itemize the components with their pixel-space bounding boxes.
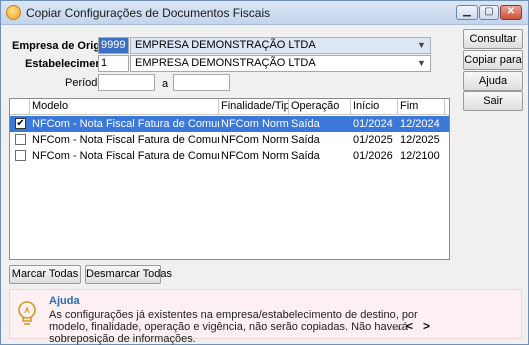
cell-inicio: 01/2026 [353, 150, 393, 162]
table-row[interactable]: NFCom - Nota Fiscal Fatura de Comunicaçã… [10, 132, 449, 148]
cell-operacao: Saída [291, 150, 320, 162]
models-grid[interactable]: Modelo Finalidade/Tipo Operação Início F… [9, 98, 450, 260]
column-header-finalidade[interactable]: Finalidade/Tipo [219, 99, 289, 115]
row-checkbox[interactable]: ✔ [15, 118, 26, 129]
column-header-modelo[interactable]: Modelo [30, 99, 219, 115]
column-header-fim[interactable]: Fim [398, 99, 445, 115]
help-next-button[interactable]: > [423, 319, 430, 333]
cell-finalidade: NFCom Normal [221, 150, 289, 162]
copy-config-window: Copiar Configurações de Documentos Fisca… [0, 0, 529, 345]
help-page-indicator: 2/2 [393, 323, 405, 332]
lightbulb-icon [18, 301, 36, 325]
cell-finalidade: NFCom Normal [221, 118, 289, 130]
restore-button[interactable]: ▢ [479, 5, 499, 20]
cell-fim: 12/2100 [400, 150, 440, 162]
periodo-to-input[interactable] [173, 74, 230, 91]
estabelecimento-select[interactable]: EMPRESA DEMONSTRAÇÃO LTDA ▼ [130, 55, 431, 72]
cell-modelo: NFCom - Nota Fiscal Fatura de Comunicaçã… [32, 150, 219, 162]
periodo-from-input[interactable] [98, 74, 155, 91]
close-button[interactable]: ✕ [500, 5, 522, 20]
cell-modelo: NFCom - Nota Fiscal Fatura de Comunicaçã… [32, 118, 219, 130]
title-bar[interactable]: Copiar Configurações de Documentos Fisca… [1, 1, 528, 25]
ajuda-button[interactable]: Ajuda [463, 71, 523, 91]
grid-header-check [10, 99, 30, 115]
cell-fim: 12/2024 [400, 118, 440, 130]
help-panel: Ajuda As configurações já existentes na … [9, 289, 522, 345]
chevron-down-icon[interactable]: ▼ [415, 57, 428, 70]
chevron-down-icon[interactable]: ▼ [415, 39, 428, 52]
empresa-select-value: EMPRESA DEMONSTRAÇÃO LTDA [135, 39, 316, 51]
desmarcar-todas-button[interactable]: Desmarcar Todas [85, 265, 172, 284]
sair-button[interactable]: Sair [463, 91, 523, 111]
help-prev-button[interactable]: < [406, 319, 413, 333]
empresa-select[interactable]: EMPRESA DEMONSTRAÇÃO LTDA ▼ [130, 37, 431, 54]
app-icon [6, 5, 21, 20]
estabelecimento-select-value: EMPRESA DEMONSTRAÇÃO LTDA [135, 57, 316, 69]
help-title: Ajuda [49, 295, 80, 307]
table-row[interactable]: ✔ NFCom - Nota Fiscal Fatura de Comunica… [10, 116, 449, 132]
row-checkbox[interactable] [15, 134, 26, 145]
row-checkbox[interactable] [15, 150, 26, 161]
copiar-para-button[interactable]: Copiar para [463, 50, 523, 70]
periodo-separator: a [162, 78, 169, 90]
column-header-operacao[interactable]: Operação [289, 99, 351, 115]
cell-operacao: Saída [291, 134, 320, 146]
minimize-button[interactable]: ▁ [456, 5, 478, 20]
cell-inicio: 01/2025 [353, 134, 393, 146]
window-title: Copiar Configurações de Documentos Fisca… [26, 6, 271, 20]
table-row[interactable]: NFCom - Nota Fiscal Fatura de Comunicaçã… [10, 148, 449, 164]
cell-finalidade: NFCom Normal [221, 134, 289, 146]
grid-header: Modelo Finalidade/Tipo Operação Início F… [10, 99, 449, 115]
cell-inicio: 01/2024 [353, 118, 393, 130]
cell-modelo: NFCom - Nota Fiscal Fatura de Comunicaçã… [32, 134, 219, 146]
cell-operacao: Saída [291, 118, 320, 130]
estabelecimento-code-input[interactable]: 1 [98, 55, 129, 72]
empresa-code-input[interactable]: 9999 [98, 37, 129, 54]
consultar-button[interactable]: Consultar [463, 29, 523, 49]
marcar-todas-button[interactable]: Marcar Todas [9, 265, 81, 284]
cell-fim: 12/2025 [400, 134, 440, 146]
column-header-inicio[interactable]: Início [351, 99, 398, 115]
